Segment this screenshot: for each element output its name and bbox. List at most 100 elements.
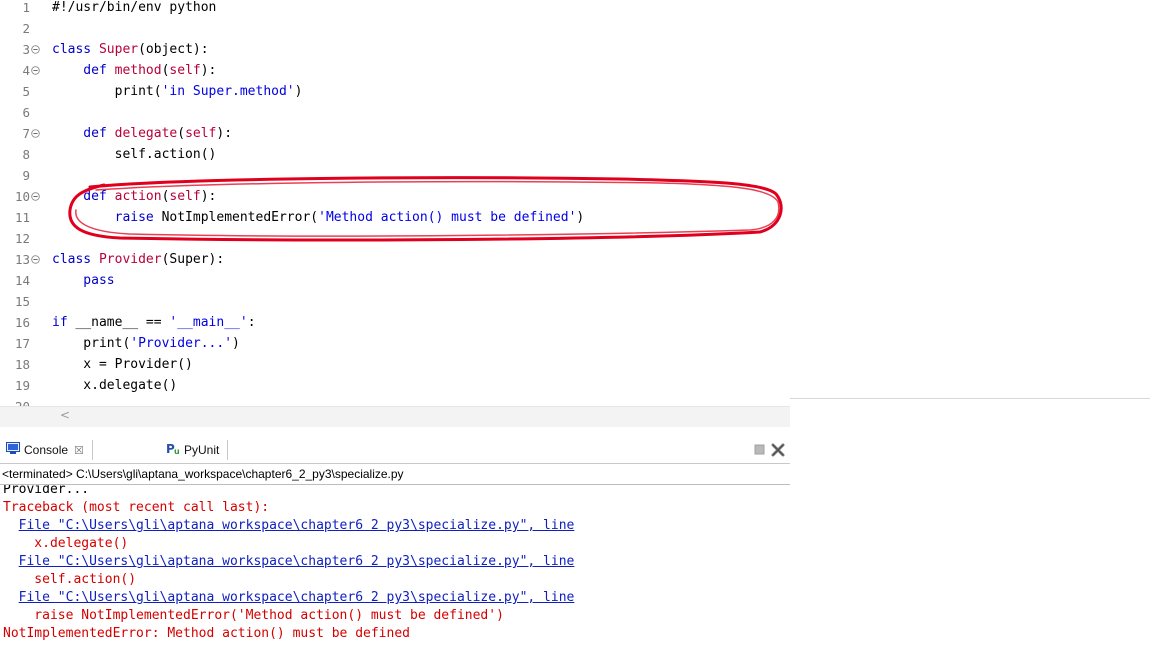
code-line[interactable]: 1 #!/usr/bin/env python xyxy=(0,0,790,18)
code-token: def xyxy=(52,63,115,78)
console-tab-bar: Console ☒ P u PyUnit xyxy=(0,437,790,464)
console-output[interactable]: Provider... Traceback (most recent call l… xyxy=(0,484,790,672)
fold-collapse-icon[interactable] xyxy=(31,60,41,81)
code-token: ): xyxy=(216,126,233,141)
code-line[interactable]: 15 xyxy=(0,291,790,312)
code-text: print('in Super.method') xyxy=(52,81,303,102)
code-text: self.action() xyxy=(52,144,217,165)
line-number: 10 xyxy=(14,189,30,204)
code-token: 'in Super.method' xyxy=(161,84,295,99)
line-number: 13 xyxy=(14,252,30,267)
code-token: ) xyxy=(232,336,240,351)
code-line[interactable]: 16 if __name__ == '__main__': xyxy=(0,312,790,333)
code-token: '__main__' xyxy=(169,315,248,330)
code-token: x.delegate() xyxy=(52,378,178,393)
pyunit-icon: P u xyxy=(166,440,180,461)
code-token: delegate xyxy=(114,126,178,141)
line-number: 7 xyxy=(22,126,30,141)
code-line[interactable]: 4 def method(self): xyxy=(0,60,790,81)
line-number: 4 xyxy=(22,63,30,78)
traceback-file-link[interactable]: File "C:\Users\gli\aptana workspace\chap… xyxy=(19,590,575,605)
code-text: class Super(object): xyxy=(52,39,209,60)
code-token: #!/usr/bin/env python xyxy=(52,0,217,15)
code-token: Super xyxy=(98,42,139,57)
fold-collapse-icon[interactable] xyxy=(31,186,41,207)
code-text: x = Provider() xyxy=(52,354,193,375)
terminated-process-label: <terminated> C:\Users\gli\aptana_workspa… xyxy=(2,467,404,481)
code-line[interactable]: 3 class Super(object): xyxy=(0,39,790,60)
code-text: pass xyxy=(52,270,115,291)
tab-console-label: Console xyxy=(24,443,69,457)
code-line[interactable]: 13 class Provider(Super): xyxy=(0,249,790,270)
console-output-line: Traceback (most recent call last): xyxy=(3,499,269,517)
horizontal-scrollbar[interactable]: < xyxy=(0,406,790,427)
code-token: ) xyxy=(294,84,303,99)
console-output-line: File "C:\Users\gli\aptana workspace\chap… xyxy=(3,553,575,571)
traceback-file-link[interactable]: File "C:\Users\gli\aptana workspace\chap… xyxy=(19,554,575,569)
code-line[interactable]: 8 self.action() xyxy=(0,144,790,165)
line-number: 9 xyxy=(22,168,30,183)
code-text: def method(self): xyxy=(52,60,216,81)
code-token: print( xyxy=(52,84,162,99)
code-line[interactable]: 18 x = Provider() xyxy=(0,354,790,375)
code-token: self.action() xyxy=(52,147,217,162)
code-token: class xyxy=(52,42,99,57)
code-token: class xyxy=(52,252,99,267)
tab-pyunit[interactable]: P u PyUnit xyxy=(162,440,229,461)
code-line[interactable]: 6 xyxy=(0,102,790,123)
console-output-line: x.delegate() xyxy=(3,535,128,553)
console-text: NotImplementedError: Method action() mus… xyxy=(3,626,410,641)
line-number: 12 xyxy=(14,231,30,246)
tab-close-icon[interactable]: ☒ xyxy=(74,445,84,457)
code-token: def xyxy=(52,126,115,141)
console-output-line: self.action() xyxy=(3,571,136,589)
svg-text:u: u xyxy=(174,447,180,455)
tab-console[interactable]: Console ☒ xyxy=(2,440,93,460)
line-number: 6 xyxy=(22,105,30,120)
console-output-line: File "C:\Users\gli\aptana workspace\chap… xyxy=(3,589,575,607)
hand-drawn-highlight-annotation xyxy=(68,176,783,242)
console-output-line: raise NotImplementedError('Method action… xyxy=(3,607,504,625)
code-line[interactable]: 17 print('Provider...') xyxy=(0,333,790,354)
remove-launch-icon[interactable] xyxy=(770,442,786,458)
fold-collapse-icon[interactable] xyxy=(31,39,41,60)
fold-collapse-icon[interactable] xyxy=(31,249,41,270)
code-token: ): xyxy=(200,63,217,78)
code-line[interactable]: 14 pass xyxy=(0,270,790,291)
code-line[interactable]: 5 print('in Super.method') xyxy=(0,81,790,102)
console-output-line: File "C:\Users\gli\aptana workspace\chap… xyxy=(3,517,575,535)
code-line[interactable]: 19 x.delegate() xyxy=(0,375,790,396)
line-number: 11 xyxy=(14,210,30,225)
code-token: __name__ == xyxy=(75,315,170,330)
line-number: 2 xyxy=(22,21,30,36)
fold-collapse-icon[interactable] xyxy=(31,123,41,144)
code-line[interactable]: 7 def delegate(self): xyxy=(0,123,790,144)
code-token: (object): xyxy=(138,42,209,57)
tab-pyunit-label: PyUnit xyxy=(184,443,220,457)
traceback-file-link[interactable]: File "C:\Users\gli\aptana workspace\chap… xyxy=(19,518,575,533)
code-token: print( xyxy=(52,336,131,351)
terminate-square-icon[interactable] xyxy=(752,442,768,458)
pane-separator xyxy=(790,398,1150,399)
scroll-left-arrow-icon[interactable]: < xyxy=(60,408,70,422)
console-output-line: Provider... xyxy=(3,485,89,499)
console-text: Traceback (most recent call last): xyxy=(3,500,270,515)
line-number: 16 xyxy=(14,315,30,330)
code-token: pass xyxy=(52,273,115,288)
console-monitor-icon xyxy=(6,441,20,461)
code-line[interactable]: 2 xyxy=(0,18,790,39)
console-text: x.delegate() xyxy=(3,536,129,551)
console-text: self.action() xyxy=(3,572,137,587)
line-number: 15 xyxy=(14,294,30,309)
line-number: 5 xyxy=(22,84,30,99)
code-text: #!/usr/bin/env python xyxy=(52,0,216,18)
console-text: raise NotImplementedError('Method action… xyxy=(3,608,504,623)
code-text: def delegate(self): xyxy=(52,123,232,144)
line-number: 3 xyxy=(22,42,30,57)
code-token: Provider xyxy=(98,252,162,267)
code-text: x.delegate() xyxy=(52,375,177,396)
code-token: (Super): xyxy=(161,252,225,267)
